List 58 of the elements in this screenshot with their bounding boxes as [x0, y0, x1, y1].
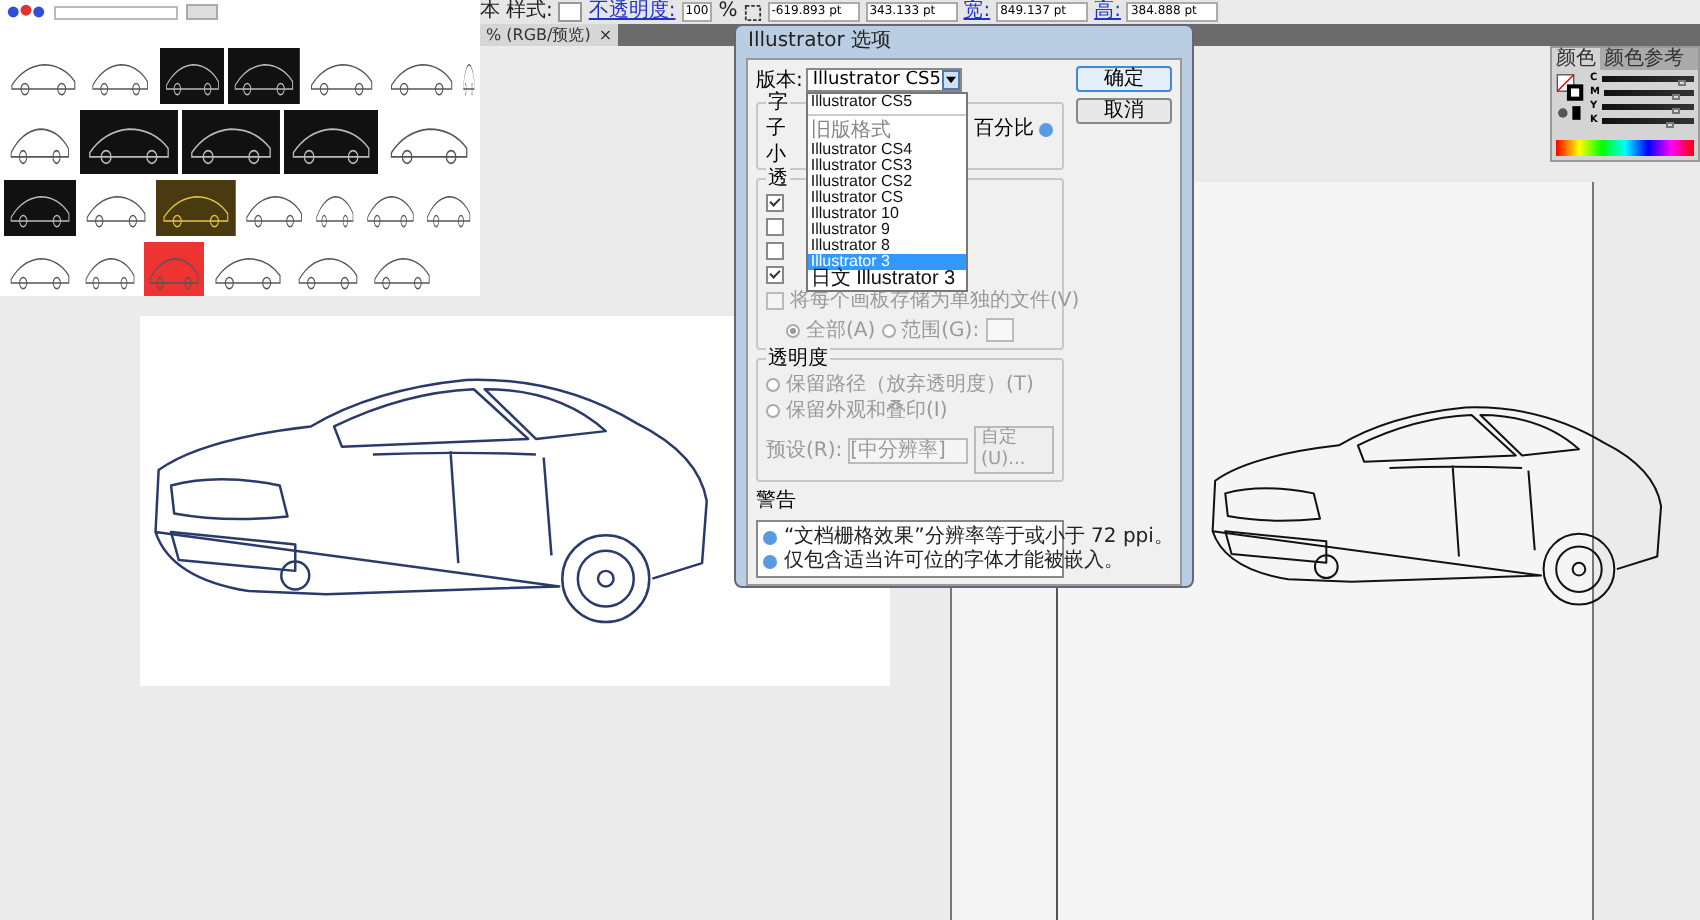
option-label: 子 — [766, 118, 786, 140]
radio-label: 全部(A) — [806, 319, 876, 341]
panel-tab[interactable]: 颜色 — [1552, 48, 1600, 70]
menu-item[interactable]: 日文 Illustrator 3 — [808, 270, 967, 290]
paw-icon — [6, 4, 46, 20]
warnings-title: 警告 — [756, 490, 798, 512]
radio-button[interactable] — [766, 404, 780, 418]
radio-label: 范围(G): — [901, 319, 980, 341]
dialog-title: Illustrator 选项 — [746, 27, 894, 56]
color-spectrum[interactable] — [1556, 140, 1694, 156]
slider-thumb[interactable] — [1677, 79, 1686, 85]
percent-label: % — [718, 0, 738, 24]
cancel-button[interactable]: 取消 — [1076, 98, 1172, 124]
radio-button[interactable] — [881, 323, 896, 337]
radio-label: 保留路径（放弃透明度）(T) — [786, 374, 1034, 396]
warning-text: “文档栅格效果”分辨率等于或小于 72 ppi。 — [784, 526, 1174, 548]
checkbox[interactable] — [766, 266, 784, 284]
menu-item[interactable]: Illustrator CS — [808, 190, 967, 206]
menu-item[interactable]: Illustrator CS2 — [808, 174, 967, 190]
slider-thumb[interactable] — [1671, 93, 1680, 99]
checkbox[interactable] — [766, 194, 784, 212]
warning-text: 仅包含适当许可位的字体才能被嵌入。 — [784, 550, 1124, 572]
font-label: 本 — [480, 0, 500, 24]
menu-header: 旧版格式 — [808, 122, 893, 142]
slider-thumb[interactable] — [1666, 121, 1675, 127]
dropdown-arrow-icon[interactable] — [942, 70, 961, 90]
info-icon — [1038, 121, 1054, 137]
menu-item[interactable]: Illustrator 10 — [808, 206, 967, 222]
panel-tab[interactable]: 颜色参考 — [1600, 48, 1688, 70]
radio-label: 保留外观和叠印(I) — [786, 400, 948, 422]
search-field[interactable] — [54, 5, 178, 19]
group-title: 透 — [766, 168, 790, 190]
menu-item[interactable]: Illustrator CS5 — [808, 94, 967, 110]
style-swatch[interactable] — [558, 2, 583, 22]
menu-item[interactable]: Illustrator 8 — [808, 238, 967, 254]
menu-item[interactable]: Illustrator CS3 — [808, 158, 967, 174]
range-field[interactable] — [985, 318, 1014, 342]
preset-label: 预设(R): — [766, 439, 843, 461]
menu-item[interactable]: Illustrator CS4 — [808, 142, 967, 158]
version-value: Illustrator CS5 — [812, 70, 941, 90]
fill-stroke-icon — [1556, 72, 1586, 124]
group-title: 透明度 — [766, 348, 830, 370]
radio-button[interactable] — [786, 323, 800, 337]
radio-button[interactable] — [766, 378, 780, 392]
menu-item[interactable]: Illustrator 9 — [808, 222, 967, 238]
grid-icon — [743, 3, 762, 21]
style-label: 样式: — [506, 0, 553, 24]
close-icon[interactable]: × — [598, 24, 613, 46]
group-title: 字 — [766, 92, 790, 114]
checkbox[interactable] — [766, 242, 784, 260]
document-tab-label: % (RGB/预览) — [486, 24, 591, 46]
checkbox[interactable] — [766, 218, 784, 236]
slider-thumb[interactable] — [1671, 107, 1680, 113]
document-tab[interactable]: % (RGB/预览) × — [480, 24, 619, 46]
option-label: 百分比 — [974, 118, 1034, 140]
version-label: 版本: — [756, 67, 803, 92]
option-label: 小 — [766, 144, 786, 166]
ok-button[interactable]: 确定 — [1076, 66, 1172, 92]
